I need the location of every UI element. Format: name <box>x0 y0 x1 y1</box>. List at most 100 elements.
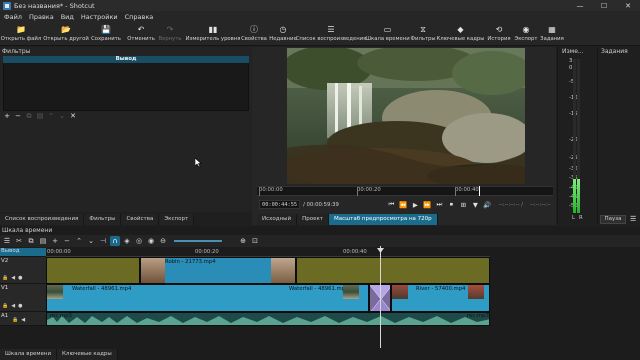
filters-icon: ⧖ <box>420 25 426 34</box>
export-icon: ◉ <box>522 25 530 34</box>
tab-source[interactable]: Исходный <box>257 214 298 225</box>
timeline-button[interactable]: ▭ Шкала времени <box>365 24 409 42</box>
open-file-button[interactable]: 📁 Открыть файл <box>1 24 42 42</box>
keyframes-button[interactable]: ◆ Ключевые кадры <box>437 24 485 42</box>
river-clip[interactable]: River - 57400.mp4 <box>391 284 490 312</box>
tab-export[interactable]: Экспорт <box>159 214 195 225</box>
track-controls-icon[interactable]: 🔒◀● <box>2 275 25 281</box>
timeline-playhead[interactable] <box>380 246 381 348</box>
track-controls-icon[interactable]: 🔒◀ <box>12 317 28 323</box>
add-filter-button[interactable]: + <box>3 113 11 120</box>
position-timecode[interactable]: 00:00:44:55 <box>259 200 301 209</box>
copy-icon[interactable]: ⧉ <box>26 236 36 246</box>
main-toolbar: 📁 Открыть файл 📂 Открыть другой 💾 Сохранить… <box>0 22 640 46</box>
filters-list[interactable] <box>3 56 249 111</box>
grid-icon[interactable]: ⊞ <box>459 201 468 209</box>
history-button[interactable]: ⟲ История <box>486 24 512 42</box>
paste-icon[interactable]: ▤ <box>38 236 48 246</box>
move-down-button[interactable]: ⌄ <box>58 113 66 120</box>
window-title: Без названия* - Shotcut <box>14 1 95 10</box>
skip-previous-icon[interactable]: ⏮ <box>387 200 396 209</box>
preview-scaling-button[interactable]: Масштаб предпросмотра на 720р <box>328 214 438 225</box>
meter-right-label: R <box>579 215 583 221</box>
minimize-button[interactable]: — <box>568 0 592 11</box>
level-meter-button[interactable]: ▮▮ Измеритель уровня <box>186 24 241 42</box>
menu-view[interactable]: Вид <box>61 13 74 21</box>
tab-properties[interactable]: Свойства <box>121 214 160 225</box>
properties-button[interactable]: ⓘ Свойства <box>241 24 267 42</box>
ripple-icon[interactable]: ◎ <box>134 236 144 246</box>
jobs-menu-icon[interactable]: ☰ <box>630 215 636 223</box>
copy-filter-button[interactable]: ⧉ <box>25 113 33 120</box>
redo-icon: ↷ <box>166 25 174 34</box>
stop-icon[interactable]: ⏹ <box>447 200 456 209</box>
undo-button[interactable]: ↶ Отменить <box>127 24 155 42</box>
clip-thumbnail <box>271 258 295 283</box>
split-icon[interactable]: ⊣ <box>98 236 108 246</box>
cut-icon[interactable]: ✂ <box>14 236 24 246</box>
jobs-button[interactable]: ▦ Задания <box>540 24 564 42</box>
player-scrubber[interactable]: 00:00:00 00:00:20 00:00:40 <box>257 186 553 196</box>
remove-icon[interactable]: − <box>62 236 72 246</box>
zoom-slider[interactable] <box>174 240 222 242</box>
v2-track-header[interactable]: V2 🔒◀● <box>0 257 46 284</box>
save-button[interactable]: 💾 Сохранить <box>91 24 121 42</box>
filters-button[interactable]: ⧖ Фильтры <box>410 24 435 42</box>
snap-icon[interactable]: ∩ <box>110 236 120 246</box>
volume-icon[interactable]: 🔊 <box>483 201 492 209</box>
remove-filter-button[interactable]: − <box>14 113 22 120</box>
rewind-icon[interactable]: ⏪ <box>399 201 408 209</box>
playlist-button[interactable]: ☰ Список воспроизведения <box>296 24 367 42</box>
waterfall-clip[interactable]: Waterfall - 48961.mp4 Waterfall - 48961.… <box>46 284 369 312</box>
tab-keyframes[interactable]: Ключевые кадры <box>57 349 118 360</box>
skip-next-icon[interactable]: ⏭ <box>435 200 444 209</box>
menu-icon[interactable]: ☰ <box>2 236 12 246</box>
redo-button[interactable]: ↷ Вернуть <box>158 24 181 42</box>
open-other-button[interactable]: 📂 Открыть другой <box>43 24 89 42</box>
zoom-out-icon[interactable]: ⊖ <box>158 236 168 246</box>
close-button[interactable]: ✕ <box>616 0 640 11</box>
history-icon: ⟲ <box>495 25 503 34</box>
move-up-button[interactable]: ⌃ <box>47 113 55 120</box>
recent-button[interactable]: ◷ Недавние <box>269 24 296 42</box>
timeline-ruler[interactable]: 00:00:00 00:00:20 00:00:40 <box>46 248 490 257</box>
deselect-filter-button[interactable]: ✕ <box>69 113 77 120</box>
player-playhead[interactable] <box>479 186 480 196</box>
pause-jobs-button[interactable]: Пауза <box>600 215 626 224</box>
zoom-in-icon[interactable]: ⊕ <box>238 236 248 246</box>
clip-label: Waterfall - 48961.mp4 <box>72 286 132 292</box>
play-icon[interactable]: ▶ <box>411 201 420 209</box>
jobs-panel: Задания <box>597 47 640 224</box>
video-preview[interactable] <box>287 48 525 184</box>
lift-icon[interactable]: ⌃ <box>74 236 84 246</box>
maximize-button[interactable]: ☐ <box>592 0 616 11</box>
robin-clip[interactable]: Robin - 21773.mp4 <box>140 257 296 284</box>
tab-timeline[interactable]: Шкала времени <box>0 349 58 360</box>
tab-playlist[interactable]: Список воспроизведения <box>0 214 85 225</box>
audio-clip[interactable]: rec.mp3 rec.mp3 <box>46 312 490 326</box>
fast-forward-icon[interactable]: ⏩ <box>423 201 432 209</box>
scrub-icon[interactable]: ◈ <box>122 236 132 246</box>
zoom-fit-icon[interactable]: ⊡ <box>250 236 260 246</box>
clip-label: rec.mp3 <box>50 313 72 319</box>
menu-help[interactable]: Справка <box>125 13 154 21</box>
tab-project[interactable]: Проект <box>297 214 329 225</box>
a1-track-header[interactable]: A1 🔒◀ <box>0 312 46 326</box>
append-icon[interactable]: + <box>50 236 60 246</box>
output-track-header[interactable]: Вывод <box>0 248 46 257</box>
tab-filters[interactable]: Фильтры <box>84 214 122 225</box>
audio-waveform <box>47 316 489 325</box>
dropdown-icon[interactable]: ▼ <box>471 201 480 209</box>
ripple-all-icon[interactable]: ◉ <box>146 236 156 246</box>
player-ruler-tick: 00:00:40 <box>455 187 479 196</box>
menu-edit[interactable]: Правка <box>29 13 54 21</box>
track-controls-icon[interactable]: 🔒◀● <box>2 303 25 309</box>
menu-file[interactable]: Файл <box>4 13 22 21</box>
v1-track-header[interactable]: V1 🔒◀● <box>0 284 46 312</box>
export-button[interactable]: ◉ Экспорт <box>514 24 538 42</box>
menu-settings[interactable]: Настройки <box>81 13 118 21</box>
jobs-title: Задания <box>601 48 628 55</box>
overwrite-icon[interactable]: ⌄ <box>86 236 96 246</box>
clip-thumbnail <box>392 285 408 299</box>
paste-filter-button[interactable]: ▤ <box>36 113 44 120</box>
